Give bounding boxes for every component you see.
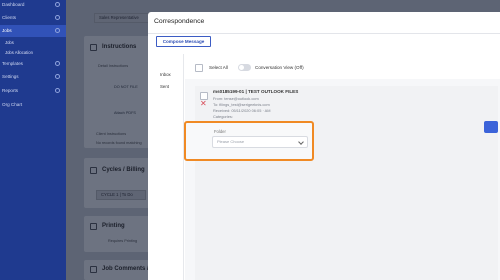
email-to: To: filings_test@serigeeknis.com xyxy=(213,102,270,107)
sidebar-subitem-jobs-allocation[interactable]: Jobs Allocation xyxy=(0,50,66,55)
sidebar-item-templates[interactable]: Templates xyxy=(0,58,66,70)
chevron-down-icon xyxy=(298,139,304,145)
requires-printing-label: Requires Printing xyxy=(108,239,138,243)
open-email-button[interactable] xyxy=(484,121,498,133)
no-records-text: No records found matching xyxy=(96,141,142,145)
comment-icon xyxy=(90,266,97,273)
message-list: Select All Conversation View (Off) ✕ ms0… xyxy=(185,54,500,280)
cycle-button[interactable]: CYCLE 1 | To Do xyxy=(96,190,146,200)
email-subject: ms0185199-01 | TEST OUTLOOK FILES xyxy=(213,89,299,94)
cycle-icon xyxy=(90,167,97,174)
sidebar-item-label: Clients xyxy=(2,15,17,20)
do-not-file-link[interactable]: DO NOT FILE xyxy=(114,85,138,89)
folder-select[interactable]: Please Choose xyxy=(212,136,308,148)
delete-icon[interactable]: ✕ xyxy=(200,100,207,108)
client-instructions-label: Client Instructions xyxy=(96,132,127,136)
conversation-view-toggle[interactable] xyxy=(238,64,251,71)
printer-icon xyxy=(90,223,97,230)
sidebar-item-label: Reports xyxy=(2,88,19,93)
email-item[interactable]: ✕ ms0185199-01 | TEST OUTLOOK FILES From… xyxy=(195,86,498,280)
attach-pdfs-link[interactable]: Attach PDFS xyxy=(114,111,136,115)
chevron-icon xyxy=(55,15,60,20)
email-received: Received: 05/11/2020 06:05 · AM xyxy=(213,108,271,113)
sidebar-item-dashboard[interactable]: Dashboard xyxy=(0,0,66,11)
sidebar-item-clients[interactable]: Clients xyxy=(0,12,66,24)
chevron-icon xyxy=(55,28,60,33)
email-from: From: tense@outlook.com xyxy=(213,96,259,101)
folder-sent[interactable]: Sent xyxy=(160,84,169,89)
chevron-icon xyxy=(55,74,60,79)
cycles-title: Cycles / Billing xyxy=(102,167,145,173)
select-all-label: Select All xyxy=(209,65,228,70)
divider xyxy=(148,33,500,34)
sidebar-item-org-chart[interactable]: Org Chart xyxy=(0,99,66,111)
printing-title: Printing xyxy=(102,223,125,229)
detail-instructions-label: Detail Instructions xyxy=(98,64,129,68)
sidebar-item-jobs[interactable]: Jobs xyxy=(0,25,66,37)
folder-inbox[interactable]: Inbox xyxy=(160,72,171,77)
select-all-checkbox[interactable] xyxy=(195,64,203,72)
compose-message-button[interactable]: Compose Message xyxy=(156,36,211,47)
modal-title: Correspondence xyxy=(154,18,205,25)
job-comments-title: Job Comments / xyxy=(102,266,149,272)
document-icon xyxy=(90,44,97,51)
chevron-icon xyxy=(55,88,60,93)
sidebar-item-label: Org Chart xyxy=(2,102,23,107)
sidebar-subitem-jobs[interactable]: Jobs xyxy=(0,40,66,45)
sidebar-item-label: Jobs xyxy=(2,28,12,33)
instructions-title: Instructions xyxy=(102,44,137,50)
sidebar-item-label: Settings xyxy=(2,74,19,79)
sidebar-item-label: Templates xyxy=(2,61,23,66)
folder-label: Folder xyxy=(214,129,226,134)
conversation-view-label: Conversation View (Off) xyxy=(255,65,304,70)
app-sidebar: Dashboard Clients Jobs Jobs Jobs Allocat… xyxy=(0,0,66,280)
folder-list: Inbox Sent xyxy=(154,54,184,280)
email-categories: Categories: xyxy=(213,114,233,119)
sidebar-item-settings[interactable]: Settings xyxy=(0,71,66,83)
chevron-icon xyxy=(55,2,60,7)
list-toolbar: Select All Conversation View (Off) xyxy=(185,54,500,79)
folder-select-value: Please Choose xyxy=(217,139,245,144)
chevron-icon xyxy=(55,61,60,66)
sidebar-item-label: Dashboard xyxy=(2,2,25,7)
sidebar-item-reports[interactable]: Reports xyxy=(0,85,66,97)
